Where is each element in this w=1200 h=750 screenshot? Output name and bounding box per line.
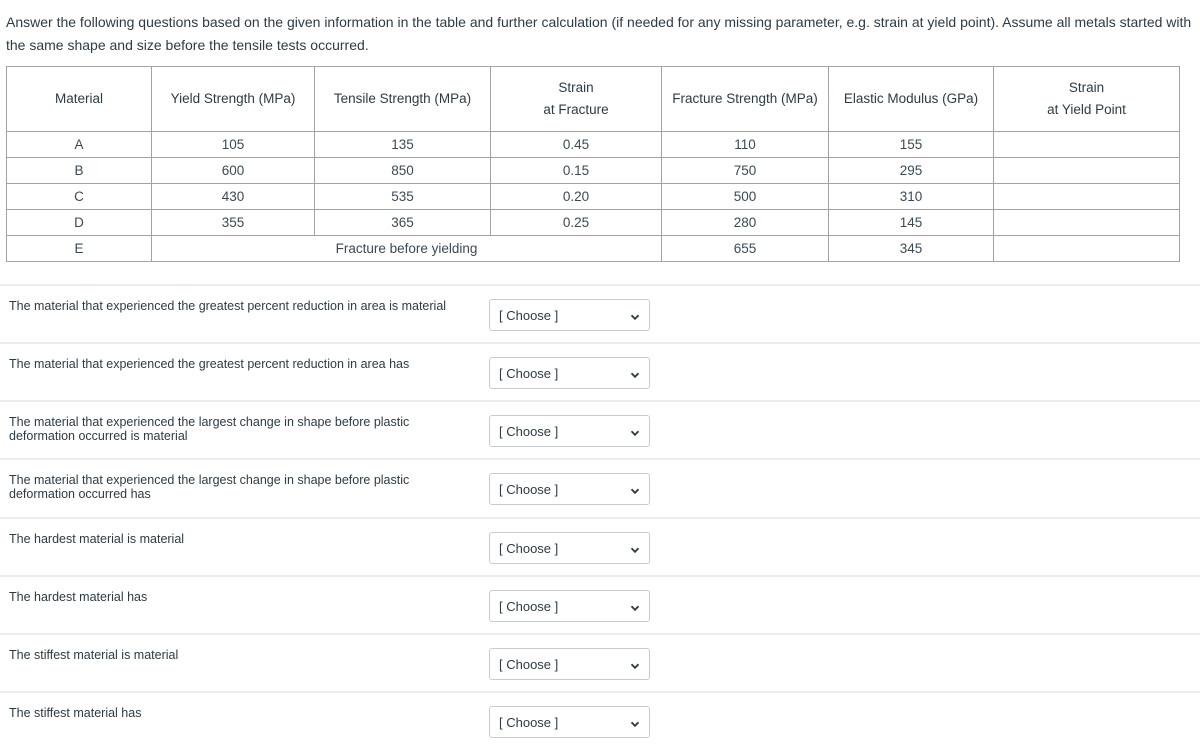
table-row: E Fracture before yielding 655 345	[6, 235, 1180, 262]
header-label: Elastic Modulus (GPa)	[843, 91, 979, 106]
dropdown-selected-value: [ Choose ]	[499, 481, 559, 497]
question-text: The material that experienced the larges…	[9, 415, 410, 443]
cell-tensile-strength: 535	[314, 183, 491, 210]
cell-yield-strength: 600	[151, 157, 315, 184]
table-row: B 600 850 0.15 750 295	[6, 157, 1180, 184]
cell-yield-strength: 105	[151, 131, 315, 158]
header-strain-at-yield: Strain at Yield Point	[993, 66, 1180, 132]
cell-tensile-strength: 850	[314, 157, 491, 184]
chevron-down-icon	[630, 717, 640, 728]
header-fracture-strength: Fracture Strength (MPa)	[661, 66, 829, 132]
table-header-row: Material Yield Strength (MPa) Tensile St…	[6, 66, 1180, 132]
cell-strain-at-fracture: 0.45	[490, 131, 662, 158]
answer-dropdown[interactable]: [ Choose ]	[489, 590, 650, 622]
question-text: The material that experienced the larges…	[9, 473, 410, 501]
cell-tensile-strength: 365	[314, 209, 491, 236]
dropdown-selected-value: [ Choose ]	[499, 598, 559, 614]
cell-fracture-strength: 750	[661, 157, 829, 184]
cell-fracture-strength: 110	[661, 131, 829, 158]
chevron-down-icon	[630, 310, 640, 321]
answer-dropdown[interactable]: [ Choose ]	[489, 357, 650, 389]
chevron-down-icon	[630, 484, 640, 495]
question-text: The material that experienced the greate…	[9, 357, 410, 371]
question-text: The hardest material has	[9, 590, 148, 604]
dropdown-selected-value: [ Choose ]	[499, 365, 559, 381]
header-yield-strength: Yield Strength (MPa)	[151, 66, 315, 132]
materials-table: Material Yield Strength (MPa) Tensile St…	[6, 66, 1180, 262]
header-label: Strain	[558, 80, 594, 95]
cell-fracture-strength: 500	[661, 183, 829, 210]
header-label: Tensile Strength (MPa)	[333, 91, 472, 106]
dropdown-selected-value: [ Choose ]	[499, 656, 559, 672]
cell-material: E	[6, 235, 152, 262]
cell-material: D	[6, 209, 152, 236]
dropdown-selected-value: [ Choose ]	[499, 423, 559, 439]
cell-material: B	[6, 157, 152, 184]
question-text: The hardest material is material	[9, 532, 185, 546]
header-strain-at-fracture: Strain at Fracture	[490, 66, 662, 132]
cell-elastic-modulus: 295	[828, 157, 994, 184]
table-row: A 105 135 0.45 110 155	[6, 131, 1180, 158]
header-material: Material	[6, 66, 152, 132]
answer-dropdown[interactable]: [ Choose ]	[489, 299, 650, 331]
header-label: Yield Strength (MPa)	[170, 91, 296, 106]
answer-dropdown[interactable]: [ Choose ]	[489, 415, 650, 447]
table-row: D 355 365 0.25 280 145	[6, 209, 1180, 236]
table-row: C 430 535 0.20 500 310	[6, 183, 1180, 210]
chevron-down-icon	[630, 368, 640, 379]
cell-strain-at-yield	[993, 131, 1180, 158]
header-label: at Fracture	[543, 102, 609, 117]
question-row: The material that experienced the greate…	[0, 284, 1200, 343]
cell-strain-at-yield	[993, 235, 1180, 262]
answer-dropdown[interactable]: [ Choose ]	[489, 473, 650, 505]
header-label: Material	[54, 91, 103, 106]
answer-dropdown[interactable]: [ Choose ]	[489, 532, 650, 564]
cell-elastic-modulus: 155	[828, 131, 994, 158]
chevron-down-icon	[630, 601, 640, 612]
cell-strain-at-fracture: 0.15	[490, 157, 662, 184]
cell-yield-strength: 430	[151, 183, 315, 210]
instructions-text: Answer the following questions based on …	[6, 14, 1192, 53]
cell-elastic-modulus: 310	[828, 183, 994, 210]
answer-dropdown[interactable]: [ Choose ]	[489, 648, 650, 680]
question-text: The stiffest material is material	[9, 648, 179, 662]
chevron-down-icon	[630, 659, 640, 670]
header-tensile-strength: Tensile Strength (MPa)	[314, 66, 491, 132]
header-label: Fracture Strength (MPa)	[672, 91, 818, 106]
cell-strain-at-fracture: 0.20	[490, 183, 662, 210]
cell-tensile-strength: 135	[314, 131, 491, 158]
dropdown-selected-value: [ Choose ]	[499, 307, 559, 323]
cell-fracture-strength: 655	[661, 235, 829, 262]
cell-fracture-strength: 280	[661, 209, 829, 236]
cell-material: A	[6, 131, 152, 158]
question-row: The hardest material is material [ Choose…	[0, 517, 1200, 576]
question-row: The material that experienced the larges…	[0, 400, 1200, 459]
chevron-down-icon	[630, 426, 640, 437]
cell-strain-at-yield	[993, 183, 1180, 210]
cell-strain-at-yield	[993, 157, 1180, 184]
cell-yield-strength: 355	[151, 209, 315, 236]
header-label: at Yield Point	[1047, 102, 1126, 117]
cell-material: C	[6, 183, 152, 210]
question-text: The stiffest material has	[9, 706, 142, 720]
answer-dropdown[interactable]: [ Choose ]	[489, 706, 650, 738]
cell-strain-at-fracture: 0.25	[490, 209, 662, 236]
header-label: Strain	[1068, 80, 1105, 95]
chevron-down-icon	[630, 543, 640, 554]
question-row: The hardest material has [ Choose ]	[0, 575, 1200, 634]
question-row: The stiffest material has [ Choose ]	[0, 691, 1200, 750]
dropdown-selected-value: [ Choose ]	[499, 540, 559, 556]
question-row: The material that experienced the greate…	[0, 342, 1200, 401]
dropdown-selected-value: [ Choose ]	[499, 714, 559, 730]
question-row: The stiffest material is material [ Choos…	[0, 633, 1200, 692]
cell-elastic-modulus: 145	[828, 209, 994, 236]
question-row: The material that experienced the larges…	[0, 458, 1200, 517]
cell-fracture-before-yielding-note: Fracture before yielding	[151, 235, 662, 262]
cell-elastic-modulus: 345	[828, 235, 994, 262]
question-text: The material that experienced the greate…	[9, 299, 447, 313]
cell-strain-at-yield	[993, 209, 1180, 236]
header-elastic-modulus: Elastic Modulus (GPa)	[828, 66, 994, 132]
